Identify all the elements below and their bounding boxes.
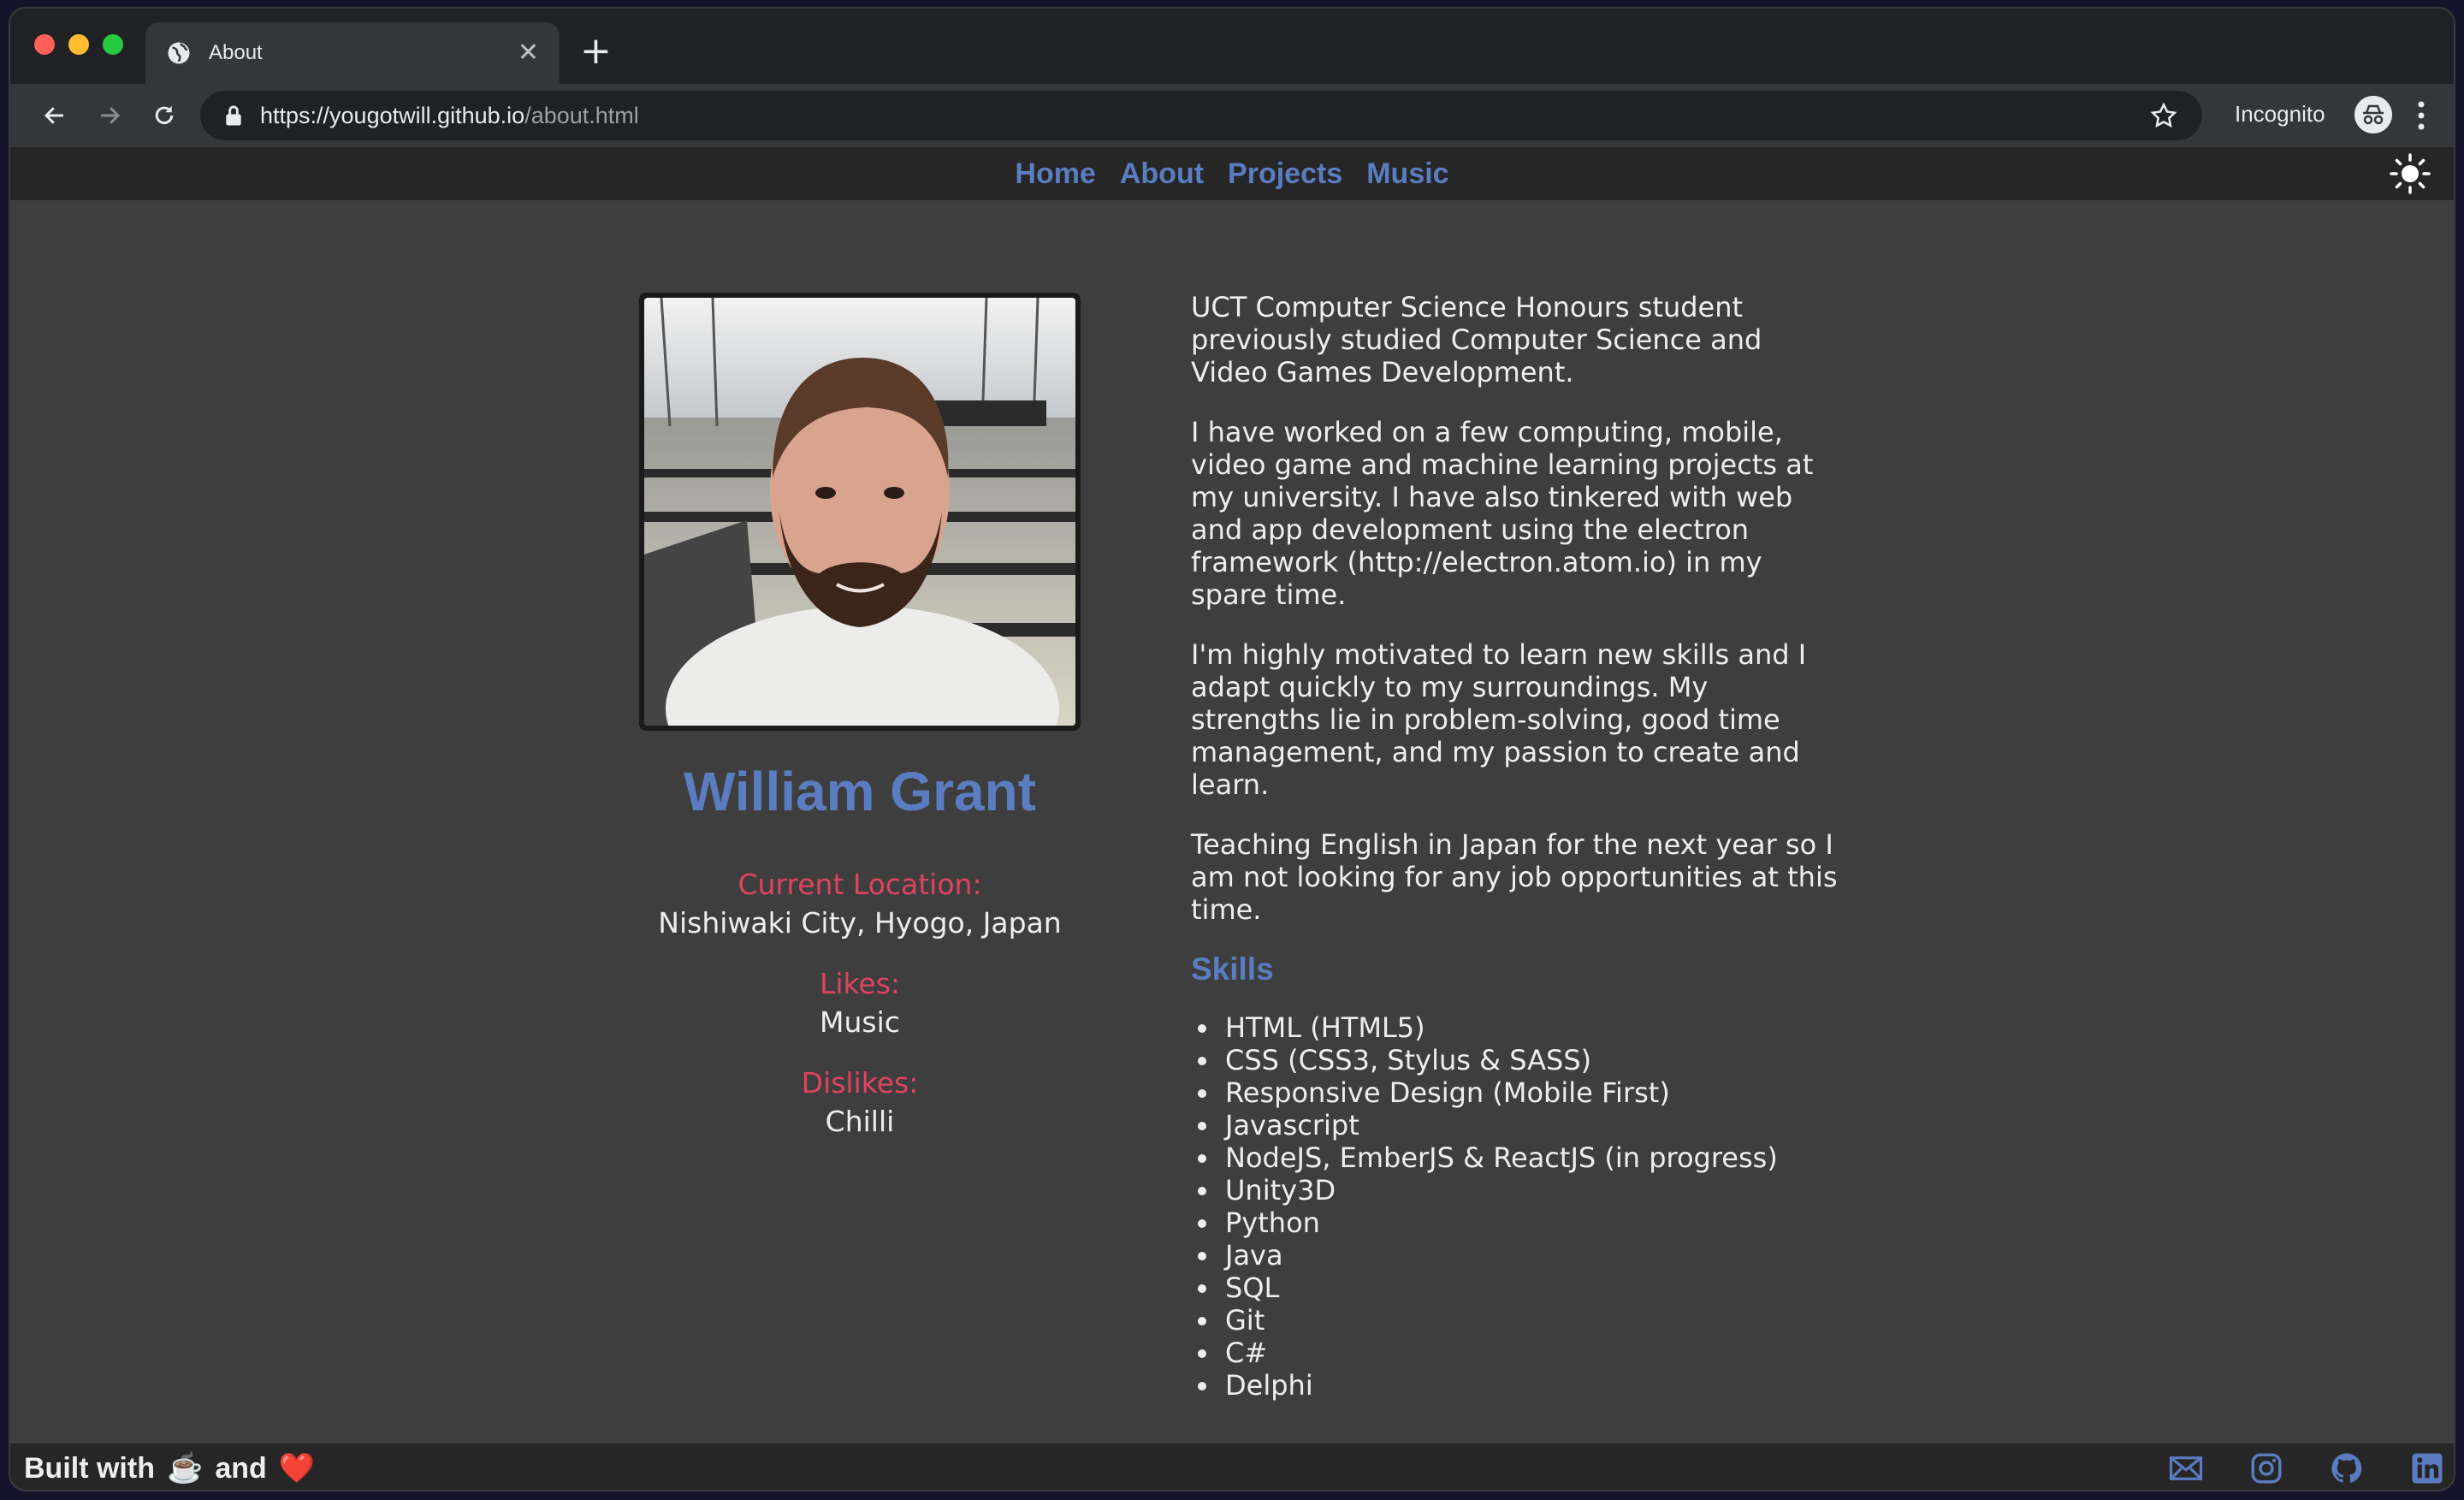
- page-content: Home About Projects Music William Grant …: [10, 147, 2454, 1490]
- github-icon[interactable]: [2329, 1450, 2365, 1486]
- built-with-label: Built with: [24, 1451, 155, 1485]
- new-tab-icon[interactable]: +: [580, 33, 612, 70]
- incognito-label[interactable]: Incognito: [2235, 101, 2325, 127]
- built-with: Built with ☕ and ❤️: [24, 1451, 315, 1485]
- bio-section: UCT Computer Science Honours student pre…: [1191, 291, 1841, 1402]
- skill-item: Unity3D: [1191, 1174, 1841, 1207]
- more-icon[interactable]: [2416, 99, 2426, 132]
- address-bar[interactable]: https://yougotwill.github.io/about.html: [200, 91, 2202, 140]
- window-controls: [34, 34, 123, 55]
- nav-projects[interactable]: Projects: [1228, 157, 1342, 191]
- browser-window: About ✕ + https://yougotwill.github.io/a…: [9, 7, 2455, 1491]
- social-links: [2168, 1450, 2445, 1486]
- skill-item: Responsive Design (Mobile First): [1191, 1076, 1841, 1109]
- star-icon[interactable]: [2149, 101, 2178, 130]
- bio-paragraph: I'm highly motivated to learn new skills…: [1191, 638, 1807, 801]
- skill-item: CSS (CSS3, Stylus & SASS): [1191, 1044, 1841, 1076]
- url-text: https://yougotwill.github.io/about.html: [260, 103, 2149, 129]
- nav-music[interactable]: Music: [1366, 157, 1448, 191]
- window-minimize-button[interactable]: [68, 34, 89, 55]
- instagram-icon[interactable]: [2248, 1450, 2284, 1486]
- skill-item: SQL: [1191, 1272, 1841, 1304]
- site-nav: Home About Projects Music: [10, 147, 2454, 200]
- skill-item: Javascript: [1191, 1109, 1841, 1141]
- window-maximize-button[interactable]: [103, 34, 123, 55]
- location-block: Current Location: Nishiwaki City, Hyogo,…: [609, 868, 1111, 940]
- location-value: Nishiwaki City, Hyogo, Japan: [658, 906, 1062, 940]
- skills-heading: Skills: [1191, 952, 1274, 987]
- reload-icon[interactable]: [147, 98, 181, 133]
- tab-title: About: [209, 41, 263, 64]
- bio-paragraph: Teaching English in Japan for the next y…: [1191, 828, 1838, 926]
- forward-icon[interactable]: [92, 98, 127, 133]
- dislikes-label: Dislikes:: [801, 1066, 919, 1100]
- likes-value: Music: [820, 1005, 900, 1039]
- window-close-button[interactable]: [34, 34, 55, 55]
- url-path: /about.html: [524, 102, 639, 128]
- incognito-icon[interactable]: [2354, 96, 2392, 133]
- globe-icon: [168, 42, 190, 64]
- nav-about[interactable]: About: [1120, 157, 1204, 191]
- and-label: and: [215, 1451, 267, 1485]
- location-label: Current Location:: [737, 868, 982, 901]
- skill-item: HTML (HTML5): [1191, 1011, 1841, 1044]
- coffee-icon: ☕: [166, 1452, 204, 1485]
- site-footer: Built with ☕ and ❤️: [10, 1444, 2454, 1490]
- profile-photo-image: [644, 297, 1075, 811]
- skill-item: Java: [1191, 1239, 1841, 1272]
- dislikes-value: Chilli: [825, 1105, 895, 1138]
- likes-block: Likes: Music: [609, 967, 1111, 1039]
- skill-item: Python: [1191, 1207, 1841, 1239]
- linkedin-icon[interactable]: [2409, 1450, 2445, 1486]
- profile-name: William Grant: [684, 761, 1036, 822]
- skill-item: C#: [1191, 1337, 1841, 1369]
- tab-strip: About ✕ +: [10, 9, 2454, 84]
- browser-toolbar: https://yougotwill.github.io/about.html …: [10, 84, 2454, 147]
- bio-paragraph: I have worked on a few computing, mobile…: [1191, 416, 1814, 611]
- dislikes-block: Dislikes: Chilli: [609, 1066, 1111, 1138]
- lock-icon: [226, 105, 241, 126]
- skills-list: HTML (HTML5) CSS (CSS3, Stylus & SASS) R…: [1191, 1011, 1841, 1402]
- tab-about[interactable]: About ✕: [145, 22, 560, 84]
- back-icon[interactable]: [38, 98, 72, 133]
- nav-home[interactable]: Home: [1015, 157, 1095, 191]
- profile-photo: [639, 293, 1081, 811]
- skill-item: Git: [1191, 1304, 1841, 1337]
- bio-paragraph: UCT Computer Science Honours student pre…: [1191, 291, 1762, 388]
- skill-item: Delphi: [1191, 1369, 1841, 1402]
- url-host: https://yougotwill.github.io: [260, 102, 525, 128]
- mail-icon[interactable]: [2168, 1450, 2204, 1486]
- likes-label: Likes:: [819, 967, 901, 1000]
- heart-icon: ❤️: [278, 1452, 316, 1485]
- sun-icon[interactable]: [2389, 152, 2431, 195]
- close-icon[interactable]: ✕: [518, 40, 539, 66]
- skill-item: NodeJS, EmberJS & ReactJS (in progress): [1191, 1141, 1841, 1174]
